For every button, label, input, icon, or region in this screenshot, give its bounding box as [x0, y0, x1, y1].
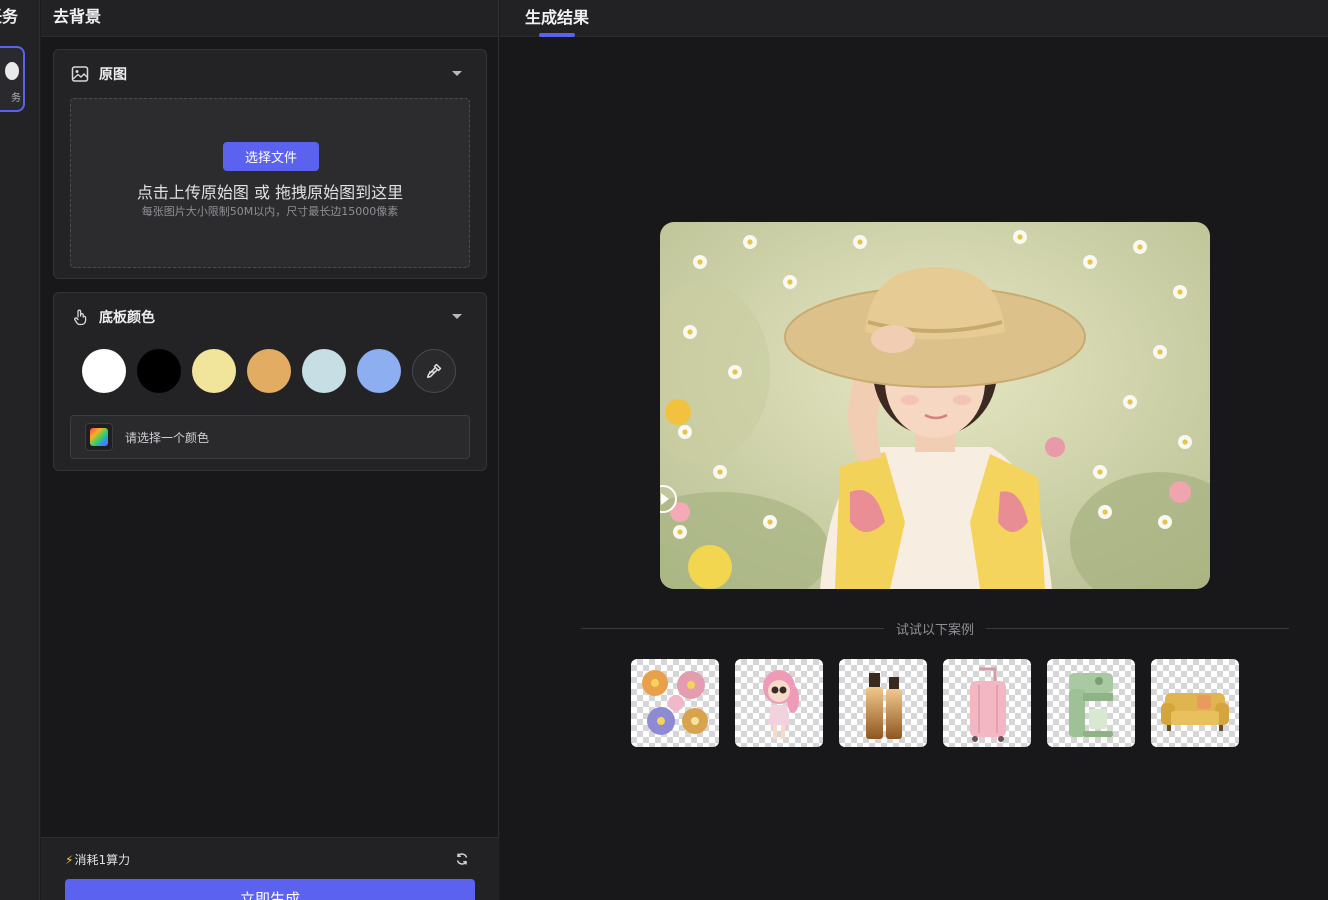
tap-hand-icon — [74, 309, 87, 326]
divider-line — [986, 628, 1290, 629]
upload-dropzone[interactable]: 选择文件 点击上传原始图 或 拖拽原始图到这里 每张图片大小限制50M以内，尺寸… — [70, 98, 470, 268]
swatch-light-cyan[interactable] — [302, 349, 346, 393]
task-card[interactable]: 务 — [0, 46, 25, 112]
example-flowers[interactable] — [631, 659, 719, 747]
examples-label: 试试以下案例 — [896, 623, 975, 638]
yellow-sofa-thumbnail — [1161, 693, 1229, 731]
drop-hint: 点击上传原始图 或 拖拽原始图到这里 — [136, 183, 404, 202]
refresh-icon[interactable] — [455, 852, 469, 866]
color-section-label: 底板颜色 — [99, 310, 155, 326]
task-card-label: 务 — [11, 93, 21, 104]
swatch-orange[interactable] — [247, 349, 291, 393]
task-card-icon — [5, 62, 19, 80]
tab-result[interactable]: 生成结果 — [525, 4, 589, 28]
original-image-section: 原图 选择文件 点击上传原始图 或 拖拽原始图到这里 每张图片大小限制50M以内… — [53, 49, 487, 279]
swatch-black[interactable] — [137, 349, 181, 393]
example-pink-suitcase[interactable] — [943, 659, 1031, 747]
color-section-header[interactable]: 底板颜色 — [54, 293, 486, 341]
app-root: 任务 务 去背景 原图 选择文件 点击上传原始图 或 拖拽原始图到这里 — [0, 0, 1328, 900]
swatch-white[interactable] — [82, 349, 126, 393]
choose-file-button[interactable]: 选择文件 — [223, 142, 319, 171]
panel-title: 去背景 — [53, 7, 102, 26]
original-section-header[interactable]: 原图 — [54, 50, 486, 98]
chevron-down-icon[interactable] — [452, 71, 462, 76]
color-palette-icon — [85, 423, 113, 451]
examples-divider: 试试以下案例 — [581, 619, 1290, 638]
custom-color-field[interactable]: 请选择一个颜色 — [70, 415, 470, 459]
image-icon — [71, 66, 89, 82]
panel-header: 去背景 — [41, 0, 498, 37]
result-header: 生成结果 — [500, 0, 1328, 37]
cartoon-girl-thumbnail — [763, 670, 799, 739]
size-limit-hint: 每张图片大小限制50M以内，尺寸最长边15000像素 — [141, 205, 399, 218]
flowers-thumbnail — [642, 670, 708, 735]
original-section-label: 原图 — [99, 67, 127, 83]
example-list — [631, 659, 1239, 747]
task-rail: 任务 务 — [0, 0, 40, 900]
panel-footer: ⚡ 消耗1算力 立即生成 — [41, 837, 499, 900]
eyedropper-icon — [426, 363, 442, 379]
settings-panel: 去背景 原图 选择文件 点击上传原始图 或 拖拽原始图到这里 每张图片大小限制5… — [41, 0, 499, 900]
background-color-section: 底板颜色 请选择一个颜色 — [53, 292, 487, 471]
coffee-machine-thumbnail — [1069, 673, 1113, 737]
example-yellow-sofa[interactable] — [1151, 659, 1239, 747]
result-area: 生成结果 试试以下案例 — [500, 0, 1328, 900]
cosmetic-bottles-thumbnail — [866, 673, 902, 739]
color-placeholder: 请选择一个颜色 — [125, 430, 210, 445]
example-cosmetic-bottles[interactable] — [839, 659, 927, 747]
divider-line — [581, 628, 884, 629]
rail-title: 任务 — [0, 7, 19, 26]
swatch-light-blue[interactable] — [357, 349, 401, 393]
girl-in-flower-field-photo — [660, 222, 1210, 589]
chevron-down-icon[interactable] — [452, 314, 462, 319]
cost-label: 消耗1算力 — [74, 853, 131, 867]
swatch-light-yellow[interactable] — [192, 349, 236, 393]
lightning-icon: ⚡ — [65, 852, 74, 867]
play-icon[interactable] — [660, 484, 678, 514]
cost-info: ⚡ 消耗1算力 — [65, 851, 130, 868]
eyedropper-button[interactable] — [412, 349, 456, 393]
pink-suitcase-thumbnail — [970, 667, 1006, 742]
active-tab-indicator — [539, 33, 575, 37]
example-cartoon-girl[interactable] — [735, 659, 823, 747]
preview-image — [660, 222, 1210, 589]
generate-button[interactable]: 立即生成 — [65, 879, 475, 900]
example-coffee-machine[interactable] — [1047, 659, 1135, 747]
color-swatches — [82, 349, 456, 393]
